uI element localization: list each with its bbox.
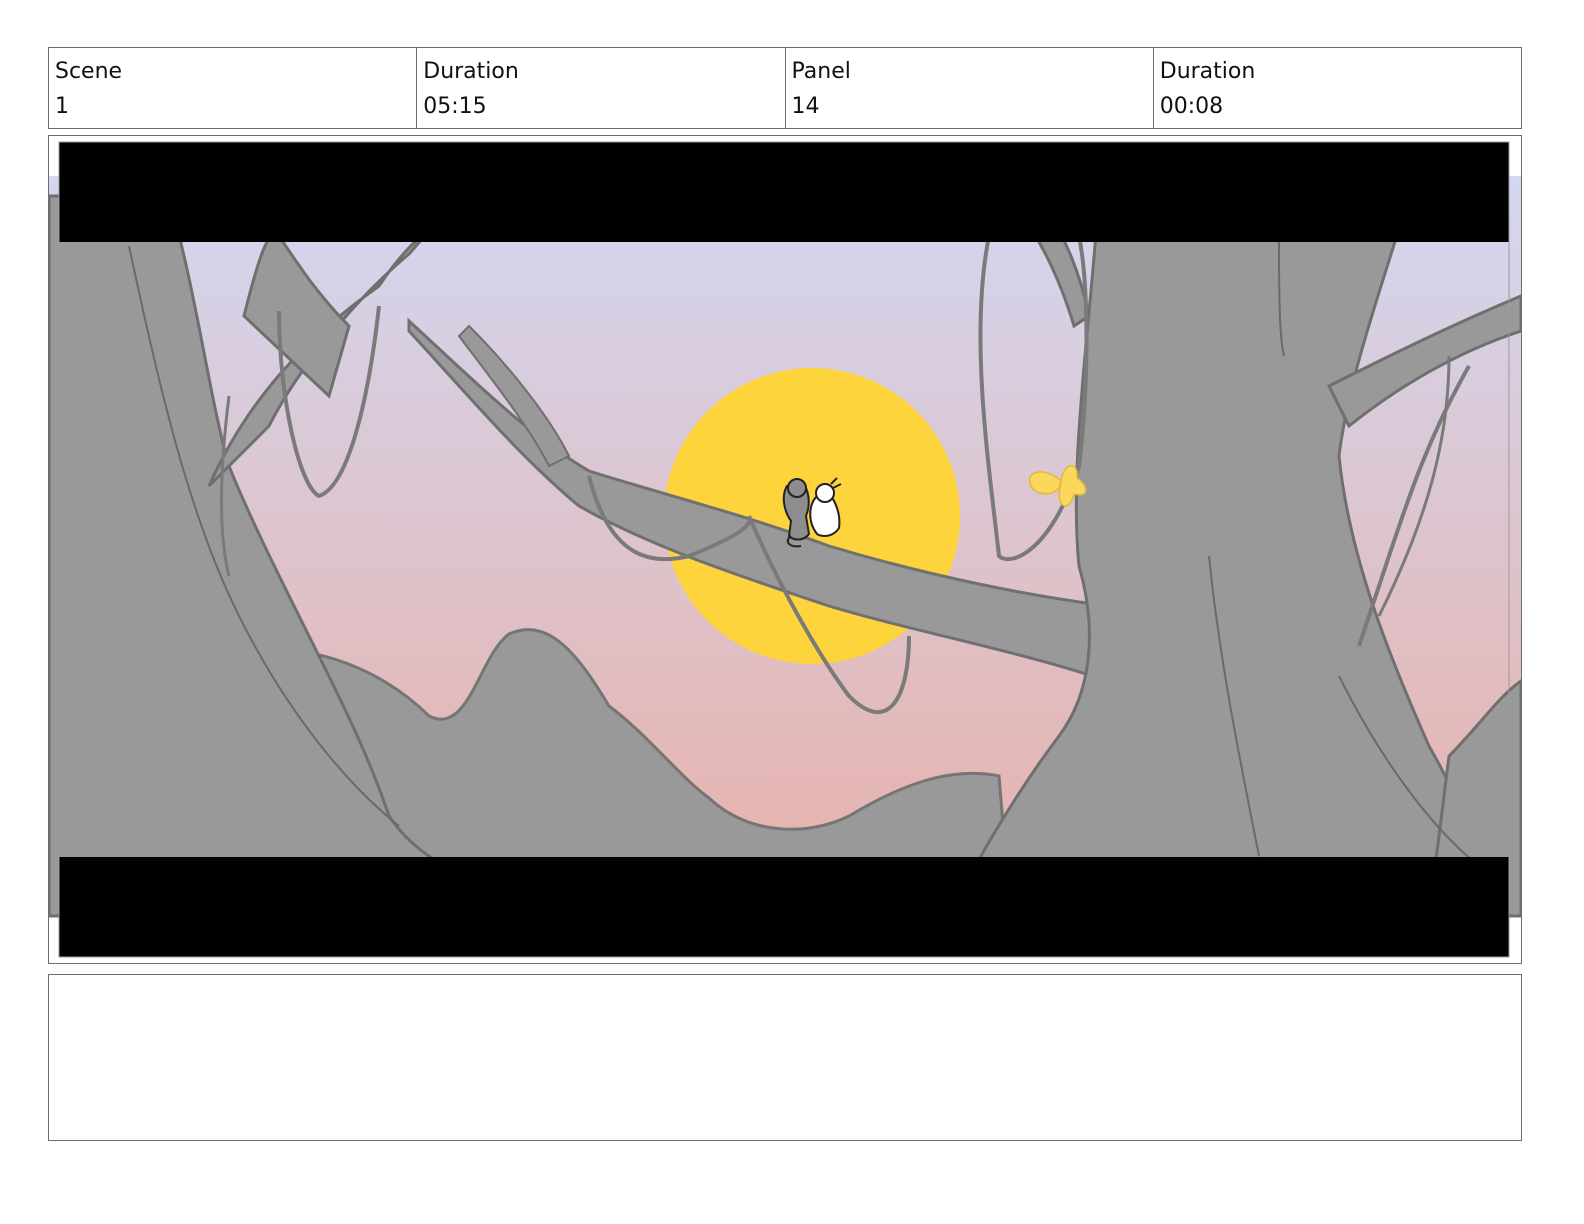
panel-drawing — [49, 141, 1521, 958]
panel-duration-value: 00:08 — [1159, 94, 1224, 119]
scene-duration-label: Duration — [423, 59, 519, 84]
letterbox-bottom — [59, 857, 1509, 957]
storyboard-panel — [48, 135, 1522, 964]
panel-info-header: Scene 1 Duration 05:15 Panel 14 Duration… — [48, 47, 1522, 129]
scene-label: Scene — [55, 59, 123, 84]
scene-cell: Scene 1 — [49, 48, 418, 128]
panel-label: Panel — [791, 59, 851, 84]
panel-value: 14 — [791, 94, 820, 119]
panel-duration-label: Duration — [1159, 59, 1256, 84]
scene-duration-value: 05:15 — [423, 94, 487, 119]
scene-value: 1 — [55, 94, 69, 119]
panel-notes — [48, 974, 1522, 1141]
panel-duration-cell: Duration 00:08 — [1154, 48, 1521, 128]
scene-duration-cell: Duration 05:15 — [417, 48, 786, 128]
panel-cell: Panel 14 — [786, 48, 1154, 128]
letterbox-top — [59, 142, 1509, 242]
